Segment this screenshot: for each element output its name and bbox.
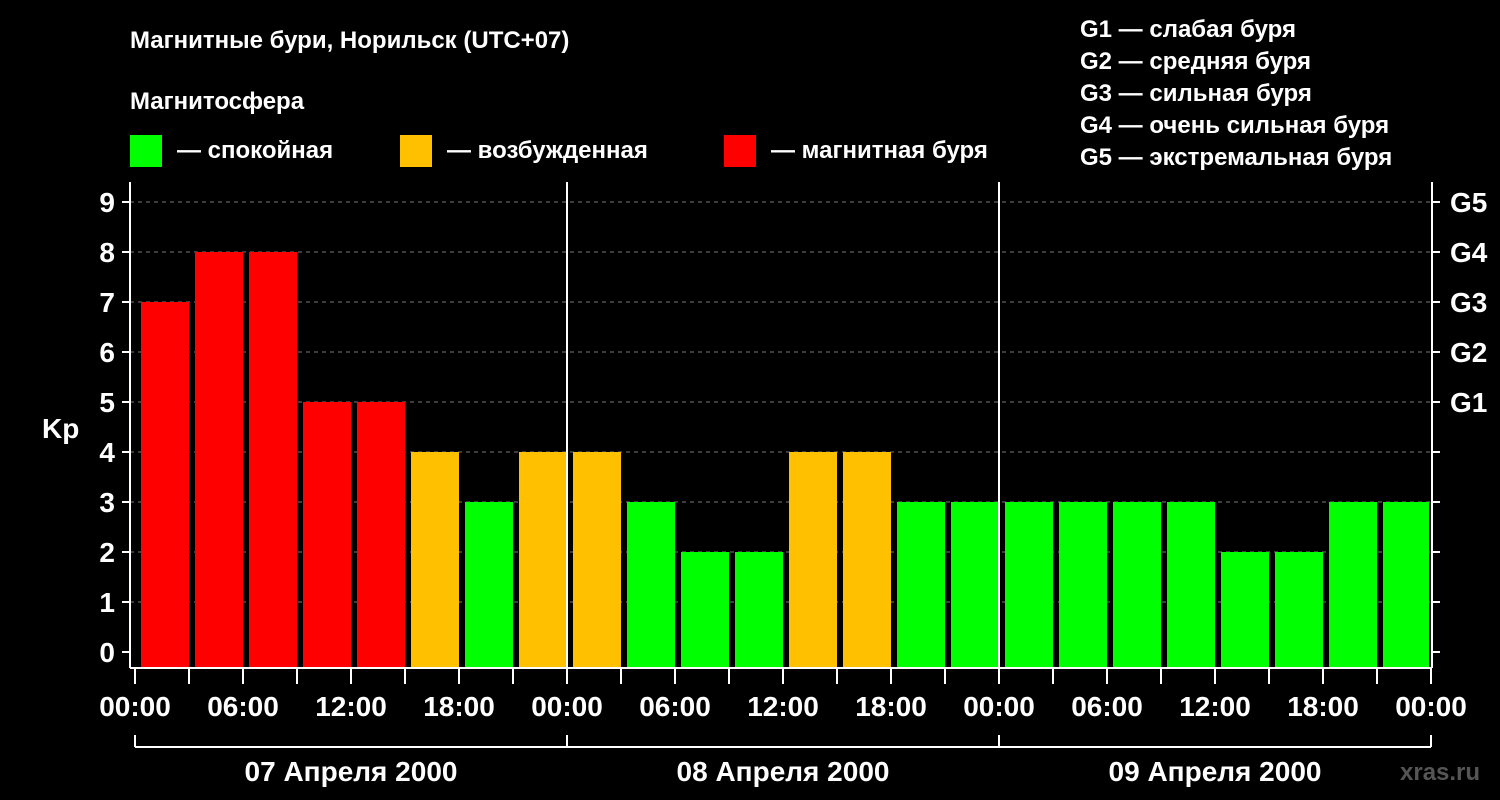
legend-swatch-storm bbox=[724, 135, 756, 167]
date-label: 07 Апреля 2000 bbox=[245, 756, 458, 787]
x-tick-label: 00:00 bbox=[531, 691, 603, 722]
kp-bar bbox=[789, 452, 837, 668]
x-tick-label: 06:00 bbox=[639, 691, 711, 722]
kp-bar bbox=[573, 452, 621, 668]
x-tick-label: 06:00 bbox=[207, 691, 279, 722]
x-tick-label: 06:00 bbox=[1071, 691, 1143, 722]
date-label: 09 Апреля 2000 bbox=[1109, 756, 1322, 787]
legend-heading: Магнитосфера bbox=[130, 88, 305, 115]
kp-bar bbox=[897, 502, 945, 668]
y-tick-label: 3 bbox=[99, 487, 115, 518]
kp-bar bbox=[303, 402, 351, 668]
g-level-label: G3 bbox=[1450, 287, 1487, 318]
y-tick-label: 5 bbox=[99, 387, 115, 418]
y-tick-label: 6 bbox=[99, 337, 115, 368]
y-tick-label: 1 bbox=[99, 587, 115, 618]
kp-bar bbox=[249, 252, 297, 668]
y-tick-label: 2 bbox=[99, 537, 115, 568]
x-tick-label: 00:00 bbox=[1395, 691, 1467, 722]
g-level-label: G2 bbox=[1450, 337, 1487, 368]
g-level-label: G1 bbox=[1450, 387, 1487, 418]
kp-bar bbox=[141, 302, 189, 668]
kp-bar bbox=[1329, 502, 1377, 668]
kp-bar bbox=[1059, 502, 1107, 668]
kp-bar bbox=[735, 552, 783, 668]
legend-label-quiet: — спокойная bbox=[177, 137, 333, 164]
legend-swatch-active bbox=[400, 135, 432, 167]
g-scale-g3: G3 — сильная буря bbox=[1080, 80, 1312, 107]
kp-bar bbox=[1221, 552, 1269, 668]
kp-bar bbox=[465, 502, 513, 668]
watermark: xras.ru bbox=[1400, 759, 1480, 786]
legend-label-active: — возбужденная bbox=[447, 137, 648, 164]
g-level-label: G4 bbox=[1450, 237, 1488, 268]
kp-bar bbox=[843, 452, 891, 668]
kp-bar bbox=[1275, 552, 1323, 668]
kp-bar bbox=[357, 402, 405, 668]
chart-title: Магнитные бури, Норильск (UTC+07) bbox=[130, 27, 569, 54]
kp-bar bbox=[681, 552, 729, 668]
y-tick-label: 9 bbox=[99, 187, 115, 218]
kp-bar bbox=[627, 502, 675, 668]
y-tick-label: 4 bbox=[99, 437, 115, 468]
kp-bar bbox=[519, 452, 567, 668]
x-tick-label: 00:00 bbox=[963, 691, 1035, 722]
x-tick-label: 12:00 bbox=[315, 691, 387, 722]
kp-bar bbox=[411, 452, 459, 668]
x-tick-label: 18:00 bbox=[1287, 691, 1359, 722]
date-label: 08 Апреля 2000 bbox=[677, 756, 890, 787]
kp-bar bbox=[1113, 502, 1161, 668]
kp-bar bbox=[1005, 502, 1053, 668]
y-tick-label: 8 bbox=[99, 237, 115, 268]
kp-bar bbox=[951, 502, 999, 668]
g-scale-g4: G4 — очень сильная буря bbox=[1080, 112, 1389, 139]
bars bbox=[141, 252, 1429, 668]
x-tick-label: 18:00 bbox=[855, 691, 927, 722]
x-tick-label: 18:00 bbox=[423, 691, 495, 722]
kp-bar bbox=[1167, 502, 1215, 668]
kp-bar bbox=[1383, 502, 1429, 668]
kp-chart: Магнитные бури, Норильск (UTC+07) Магнит… bbox=[42, 16, 1488, 787]
y-axis-label: Kp bbox=[42, 413, 79, 444]
g-scale-g1: G1 — слабая буря bbox=[1080, 16, 1296, 43]
x-tick-label: 12:00 bbox=[747, 691, 819, 722]
legend-label-storm: — магнитная буря bbox=[771, 137, 988, 164]
g-scale-g2: G2 — средняя буря bbox=[1080, 48, 1311, 75]
x-tick-label: 00:00 bbox=[99, 691, 171, 722]
x-tick-label: 12:00 bbox=[1179, 691, 1251, 722]
y-tick-label: 7 bbox=[99, 287, 115, 318]
kp-bar bbox=[195, 252, 243, 668]
legend-swatch-quiet bbox=[130, 135, 162, 167]
y-tick-label: 0 bbox=[99, 637, 115, 668]
g-level-label: G5 bbox=[1450, 187, 1487, 218]
g-scale-g5: G5 — экстремальная буря bbox=[1080, 144, 1392, 171]
